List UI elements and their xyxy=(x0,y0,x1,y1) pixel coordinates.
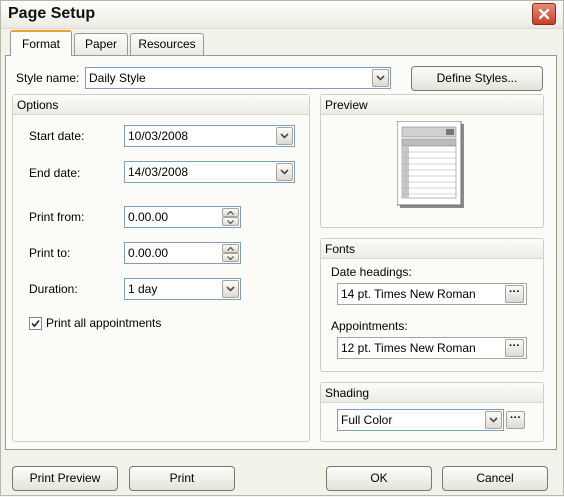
style-name-label: Style name: xyxy=(16,71,80,85)
print-from-label: Print from: xyxy=(29,210,85,224)
spin-up-button[interactable] xyxy=(222,208,239,217)
print-from-time-field[interactable]: 0.00.00 xyxy=(124,206,241,228)
end-date-label: End date: xyxy=(29,166,81,180)
shading-value: Full Color xyxy=(341,413,393,427)
style-name-value: Daily Style xyxy=(89,71,146,85)
shading-select[interactable]: Full Color xyxy=(337,409,504,431)
duration-dropdown-button[interactable] xyxy=(222,280,239,298)
date-headings-font-button[interactable]: ··· xyxy=(505,285,524,303)
print-to-value: 0.00.00 xyxy=(128,246,169,260)
spin-down-button[interactable] xyxy=(222,253,239,262)
shading-dropdown-button[interactable] xyxy=(485,411,502,429)
date-headings-font-value: 14 pt. Times New Roman xyxy=(341,287,476,301)
shading-options-button[interactable]: ··· xyxy=(506,411,525,429)
date-headings-font-field[interactable]: 14 pt. Times New Roman xyxy=(337,283,527,305)
fonts-header: Fonts xyxy=(321,239,543,259)
ellipsis-icon: ··· xyxy=(509,286,520,298)
style-dropdown-button[interactable] xyxy=(372,69,389,87)
start-date-value: 10/03/2008 xyxy=(128,129,189,143)
chevron-down-icon xyxy=(489,417,498,423)
chevron-down-icon xyxy=(376,75,385,81)
print-to-time-field[interactable]: 0.00.00 xyxy=(124,242,241,264)
chevron-down-icon xyxy=(280,133,289,139)
options-header: Options xyxy=(13,95,309,115)
duration-value: 1 day xyxy=(128,282,158,296)
date-headings-label: Date headings: xyxy=(331,265,412,279)
end-date-picker[interactable]: 14/03/2008 xyxy=(124,161,295,183)
page-setup-dialog: Page Setup Format Paper Resources Style … xyxy=(0,0,564,496)
ellipsis-icon: ··· xyxy=(510,412,521,424)
end-date-dropdown-button[interactable] xyxy=(276,163,293,181)
appointments-font-button[interactable]: ··· xyxy=(505,339,524,357)
panel-content: Style name: Daily Style Define Styles...… xyxy=(1,1,564,497)
spin-down-button[interactable] xyxy=(222,217,239,226)
start-date-dropdown-button[interactable] xyxy=(276,127,293,145)
appointments-font-field[interactable]: 12 pt. Times New Roman xyxy=(337,337,527,359)
duration-label: Duration: xyxy=(29,282,78,296)
chevron-down-icon xyxy=(227,219,234,224)
ellipsis-icon: ··· xyxy=(509,340,520,352)
chevron-up-icon xyxy=(227,210,234,215)
spin-up-button[interactable] xyxy=(222,244,239,253)
chevron-up-icon xyxy=(227,246,234,251)
print-from-value: 0.00.00 xyxy=(128,210,169,224)
end-date-value: 14/03/2008 xyxy=(128,165,189,179)
shading-header: Shading xyxy=(321,383,543,403)
print-to-spinner[interactable] xyxy=(222,244,239,262)
duration-select[interactable]: 1 day xyxy=(124,278,241,300)
chevron-down-icon xyxy=(227,255,234,260)
appointments-font-value: 12 pt. Times New Roman xyxy=(341,341,476,355)
start-date-label: Start date: xyxy=(29,129,85,143)
print-all-checkbox[interactable] xyxy=(29,317,42,330)
checkmark-icon xyxy=(31,319,40,328)
style-name-select[interactable]: Daily Style xyxy=(85,67,391,89)
preview-header: Preview xyxy=(321,95,543,115)
page-preview-image xyxy=(397,121,464,208)
print-from-spinner[interactable] xyxy=(222,208,239,226)
start-date-picker[interactable]: 10/03/2008 xyxy=(124,125,295,147)
define-styles-button[interactable]: Define Styles... xyxy=(411,66,543,91)
print-to-label: Print to: xyxy=(29,246,71,260)
appointments-label: Appointments: xyxy=(331,319,408,333)
chevron-down-icon xyxy=(226,286,235,292)
print-all-label[interactable]: Print all appointments xyxy=(46,316,161,330)
chevron-down-icon xyxy=(280,169,289,175)
